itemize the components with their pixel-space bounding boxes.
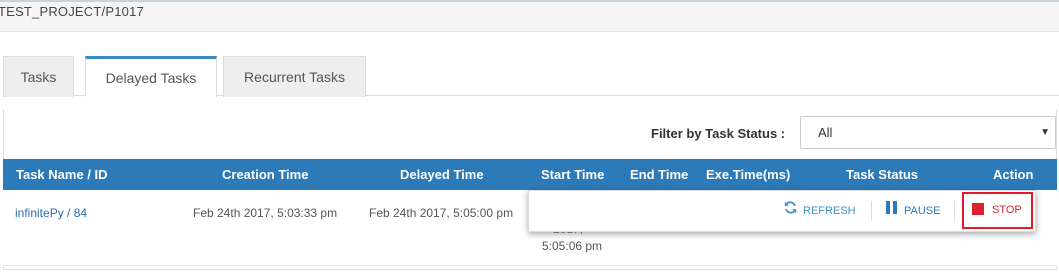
refresh-label: REFRESH [803, 205, 856, 217]
stop-label: STOP [992, 204, 1022, 216]
chevron-down-icon: ▼ [1040, 127, 1050, 138]
pause-icon [886, 191, 898, 231]
action-divider [871, 201, 872, 221]
refresh-icon [784, 191, 797, 231]
creation-time-cell: Feb 24th 2017, 5:03:33 pm [193, 206, 338, 220]
stop-button[interactable]: STOP [962, 192, 1033, 229]
header-task-status: Task Status [846, 167, 919, 182]
header-creation-time: Creation Time [222, 167, 309, 182]
pause-label: PAUSE [904, 205, 941, 217]
header-delayed-time: Delayed Time [400, 167, 484, 182]
filter-selected-value: All [818, 125, 833, 140]
breadcrumb: TEST_PROJECT/P1017 [0, 4, 144, 19]
task-action-popup: REFRESH PAUSE STOP [528, 190, 1036, 232]
stop-icon [972, 203, 984, 216]
header-exe-time: Exe.Time(ms) [706, 167, 791, 182]
header-end-time: End Time [630, 167, 689, 182]
pause-button[interactable]: PAUSE [886, 191, 940, 231]
breadcrumb-bar: TEST_PROJECT/P1017 [0, 2, 1059, 32]
header-action: Action [993, 167, 1034, 182]
action-divider [954, 201, 955, 221]
filter-label: Filter by Task Status : [651, 126, 786, 141]
task-status-filter-select[interactable]: All ▼ [800, 116, 1056, 149]
task-tabs: Tasks Delayed Tasks Recurrent Tasks [3, 56, 1059, 97]
header-task-name: Task Name / ID [16, 167, 108, 182]
refresh-button[interactable]: REFRESH [784, 191, 856, 231]
header-start-time: Start Time [541, 167, 605, 182]
start-time-cell: 5:05:06 pm [542, 239, 603, 253]
delayed-time-cell: Feb 24th 2017, 5:05:00 pm [369, 206, 514, 220]
task-name-link[interactable]: infinitePy / 84 [15, 206, 87, 220]
table-header: Task Name / ID Creation Time Delayed Tim… [3, 159, 1057, 190]
tab-delayed-tasks[interactable]: Delayed Tasks [85, 56, 217, 97]
tab-tasks[interactable]: Tasks [3, 56, 74, 97]
tab-recurrent-tasks[interactable]: Recurrent Tasks [223, 56, 366, 97]
